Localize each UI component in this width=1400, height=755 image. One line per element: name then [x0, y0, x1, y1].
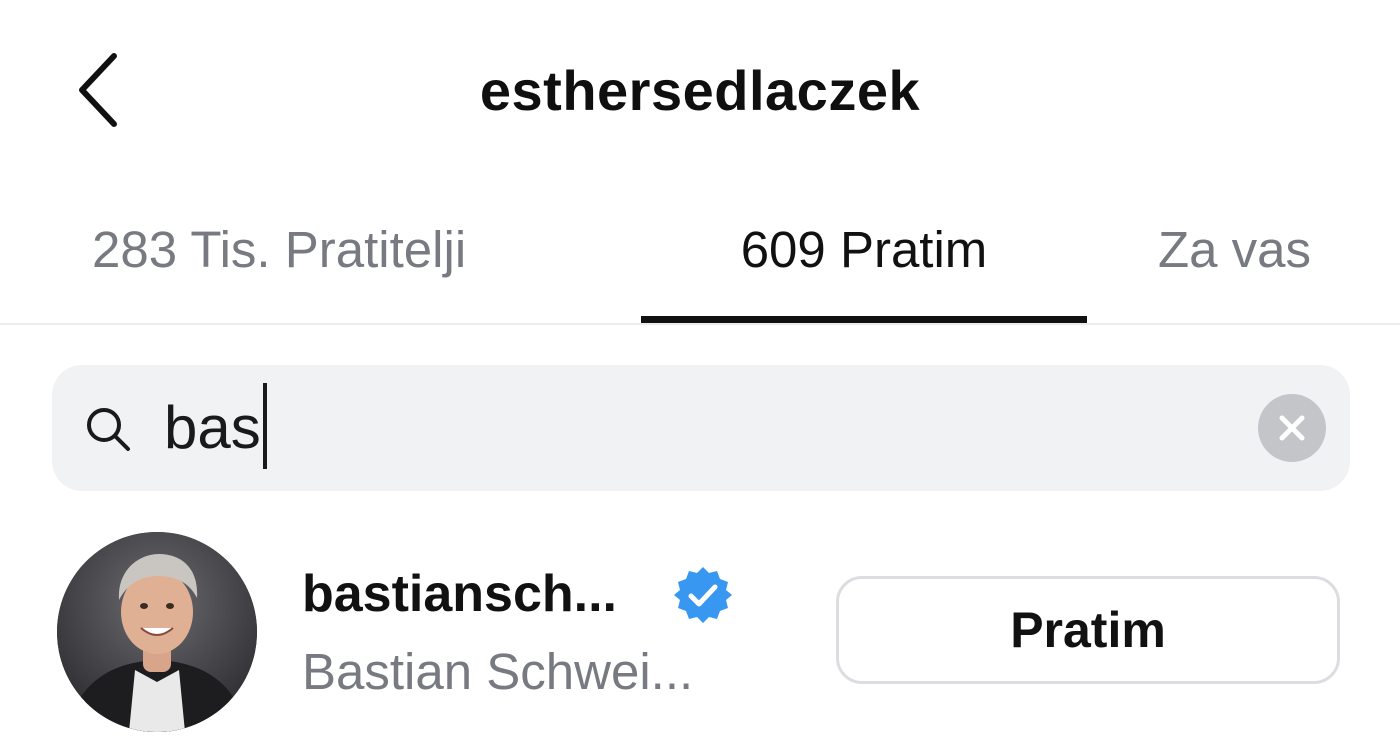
clear-search-button[interactable]: [1258, 394, 1326, 462]
search-icon: [87, 408, 130, 451]
following-list-screen: esthersedlaczek 283 Tis. Pratitelji 609 …: [0, 0, 1400, 755]
search-input-value: bas: [164, 394, 261, 461]
search-bar[interactable]: bas: [52, 365, 1350, 491]
search-input[interactable]: bas: [164, 383, 267, 470]
result-username[interactable]: bastiansch...: [302, 564, 617, 624]
tab-followers[interactable]: 283 Tis. Pratitelji: [92, 210, 466, 325]
text-caret: [262, 383, 267, 470]
tabs-divider: [0, 323, 1400, 325]
tab-following[interactable]: 609 Pratim: [642, 210, 1086, 325]
avatar-image: [57, 532, 257, 732]
verified-badge-icon: [674, 567, 732, 623]
tab-bar: 283 Tis. Pratitelji 609 Pratim Za vas: [0, 210, 1400, 325]
active-tab-indicator: [641, 316, 1087, 323]
avatar[interactable]: [57, 532, 257, 732]
tab-for-you[interactable]: Za vas: [1158, 210, 1311, 325]
following-button[interactable]: Pratim: [836, 576, 1340, 684]
list-item[interactable]: bastiansch... Bastian Schwei... Pratim: [0, 528, 1400, 738]
result-full-name: Bastian Schwei...: [302, 643, 694, 700]
page-title: esthersedlaczek: [479, 59, 921, 122]
clear-icon: [1279, 415, 1305, 441]
